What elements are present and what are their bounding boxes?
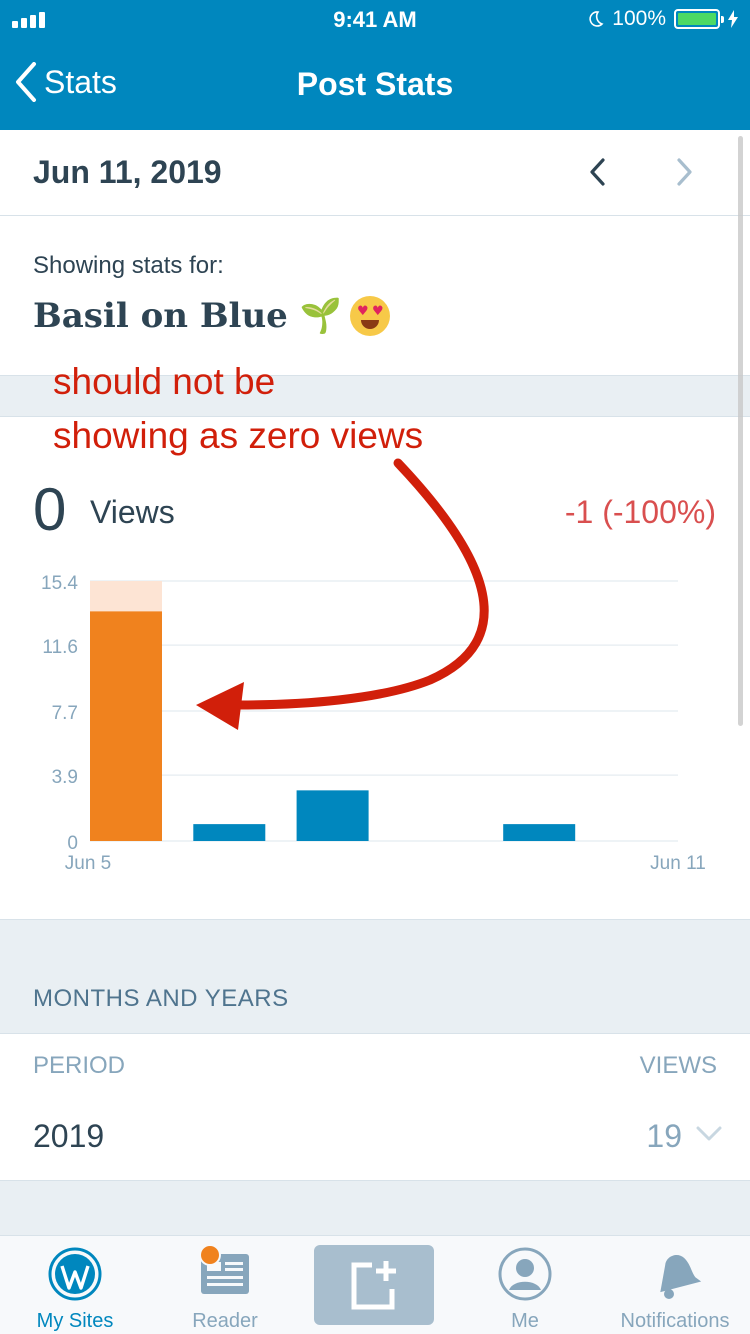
tab-label: My Sites	[36, 1310, 114, 1332]
wordpress-icon	[48, 1247, 102, 1301]
tab-label: Me	[511, 1310, 539, 1332]
me-icon	[498, 1247, 552, 1301]
tab-me[interactable]: Me	[450, 1236, 600, 1334]
tab-notifications[interactable]: Notifications	[600, 1236, 750, 1334]
bell-icon	[660, 1255, 702, 1299]
new-post-icon	[351, 1261, 396, 1310]
bar	[296, 790, 369, 841]
tab-bar: My Sites Reader Me Notifications	[0, 1235, 750, 1334]
y-tick-label: 3.9	[52, 767, 78, 788]
row-period: 2019	[33, 1118, 105, 1154]
section-title-months-years: MONTHS AND YEARS	[33, 985, 289, 1012]
bar	[503, 824, 576, 841]
tab-label: Notifications	[620, 1310, 730, 1332]
x-tick-label: Jun 5	[65, 853, 111, 874]
column-header-period: PERIOD	[33, 1052, 126, 1079]
chevron-down-icon[interactable]	[696, 1126, 722, 1142]
table-row[interactable]: 2019 19	[0, 1096, 750, 1182]
tab-reader[interactable]: Reader	[150, 1236, 300, 1334]
new-post-button[interactable]	[314, 1245, 434, 1325]
scroll-indicator	[738, 136, 743, 726]
tab-label: Reader	[192, 1310, 258, 1332]
tab-my-sites[interactable]: My Sites	[0, 1236, 150, 1334]
months-years-table: PERIOD VIEWS 2019 19	[0, 1033, 750, 1181]
x-tick-label: Jun 11	[650, 853, 706, 874]
unread-badge	[199, 1244, 221, 1266]
annotation-arrow	[196, 458, 489, 730]
column-header-views: VIEWS	[639, 1052, 717, 1079]
row-views: 19	[646, 1118, 682, 1154]
bar	[193, 824, 266, 841]
y-tick-label: 0	[67, 833, 78, 854]
